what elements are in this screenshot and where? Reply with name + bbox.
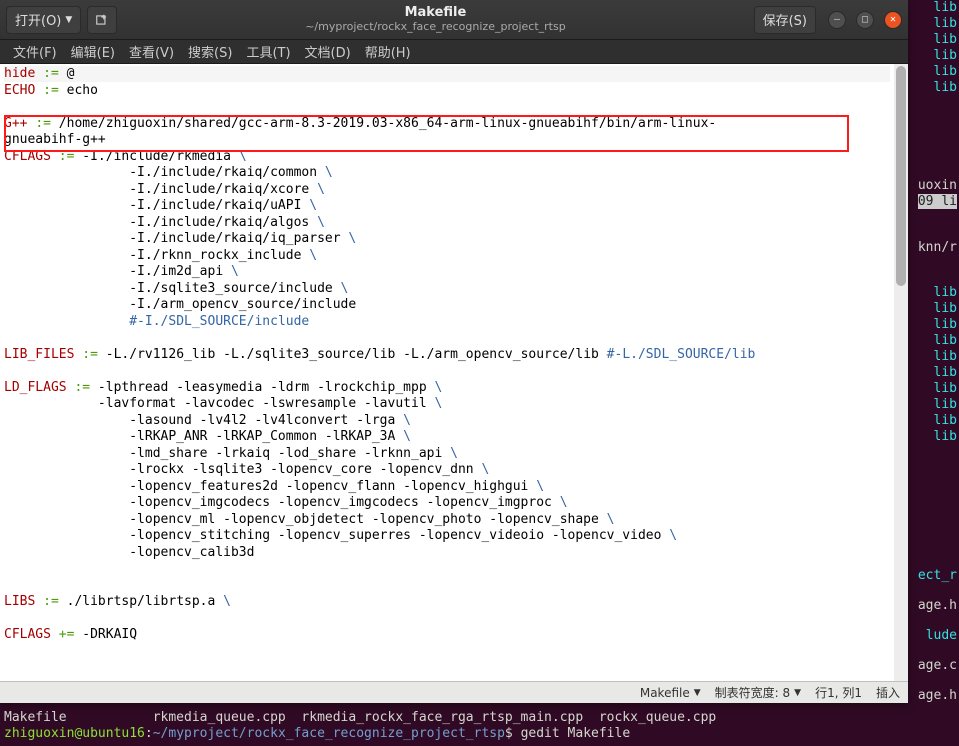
menu-view[interactable]: 查看(V) [122, 40, 181, 63]
term-text: 09 li [918, 194, 957, 210]
terminal-prompt[interactable]: zhiguoxin@ubuntu16:~/myproject/rockx_fac… [4, 726, 630, 742]
chevron-down-icon: ▼ [65, 15, 72, 25]
term-text: lib [934, 381, 957, 397]
window-subtitle: ~/myproject/rockx_face_recognize_project… [123, 21, 747, 33]
term-text: lib [934, 301, 957, 317]
term-text: Makefile rkmedia_queue.cpp rkmedia_rockx… [4, 710, 955, 726]
editor-content: hide := @ ECHO := echo G++ := /home/zhig… [4, 66, 904, 644]
term-text: lib [934, 333, 957, 349]
menu-edit[interactable]: 编辑(E) [64, 40, 122, 63]
open-button[interactable]: 打开(O) ▼ [6, 6, 81, 34]
save-label: 保存(S) [763, 10, 807, 29]
term-text: lib [934, 317, 957, 333]
maximize-icon: □ [862, 14, 868, 25]
term-text: age.h [918, 688, 957, 704]
term-text: lib [934, 429, 957, 445]
term-text: age.c [918, 658, 957, 674]
title-area: Makefile ~/myproject/rockx_face_recogniz… [123, 6, 747, 32]
term-text: lib [934, 365, 957, 381]
window-controls: – □ ✕ [828, 11, 902, 29]
gedit-window: 打开(O) ▼ Makefile ~/myproject/rockx_face_… [0, 0, 908, 703]
text-editor[interactable]: hide := @ ECHO := echo G++ := /home/zhig… [0, 64, 908, 681]
term-text: lib [934, 48, 957, 64]
new-tab-icon [95, 13, 109, 27]
term-text: lib [934, 0, 957, 16]
term-text: lib [934, 80, 957, 96]
menu-file[interactable]: 文件(F) [6, 40, 64, 63]
term-text: uoxin [918, 178, 957, 194]
status-insert-mode: 插入 [876, 684, 900, 701]
term-text: lib [934, 349, 957, 365]
open-label: 打开(O) [15, 10, 61, 29]
save-button[interactable]: 保存(S) [754, 6, 816, 34]
term-text: lib [934, 32, 957, 48]
status-position: 行1, 列1 [815, 684, 862, 701]
term-text: lib [934, 413, 957, 429]
window-title: Makefile [123, 6, 747, 20]
menu-search[interactable]: 搜索(S) [181, 40, 239, 63]
menu-help[interactable]: 帮助(H) [358, 40, 418, 63]
status-filetype[interactable]: Makefile ▼ [640, 686, 701, 700]
term-text: knn/r [918, 240, 957, 256]
term-text: lib [934, 16, 957, 32]
minimize-icon: – [834, 14, 840, 25]
status-bar: Makefile ▼ 制表符宽度: 8 ▼ 行1, 列1 插入 [0, 681, 908, 703]
chevron-down-icon: ▼ [794, 688, 801, 698]
scrollbar-thumb[interactable] [896, 66, 906, 286]
term-text: age.h [918, 598, 957, 614]
menu-bar: 文件(F) 编辑(E) 查看(V) 搜索(S) 工具(T) 文档(D) 帮助(H… [0, 40, 908, 64]
status-filetype-label: Makefile [640, 686, 690, 700]
window-headerbar: 打开(O) ▼ Makefile ~/myproject/rockx_face_… [0, 0, 908, 40]
menu-documents[interactable]: 文档(D) [298, 40, 358, 63]
term-text: ect_r [918, 568, 957, 584]
vertical-scrollbar[interactable] [894, 64, 908, 681]
minimize-button[interactable]: – [828, 11, 846, 29]
new-tab-button[interactable] [87, 6, 117, 34]
close-button[interactable]: ✕ [884, 11, 902, 29]
term-text: lib [934, 285, 957, 301]
term-text: lib [934, 64, 957, 80]
term-text: lude [926, 628, 957, 644]
status-tabwidth-label: 制表符宽度: 8 [715, 684, 791, 701]
chevron-down-icon: ▼ [694, 688, 701, 698]
term-text: lib [934, 397, 957, 413]
status-tabwidth[interactable]: 制表符宽度: 8 ▼ [715, 684, 801, 701]
close-icon: ✕ [890, 14, 896, 25]
menu-tools[interactable]: 工具(T) [239, 40, 297, 63]
maximize-button[interactable]: □ [856, 11, 874, 29]
